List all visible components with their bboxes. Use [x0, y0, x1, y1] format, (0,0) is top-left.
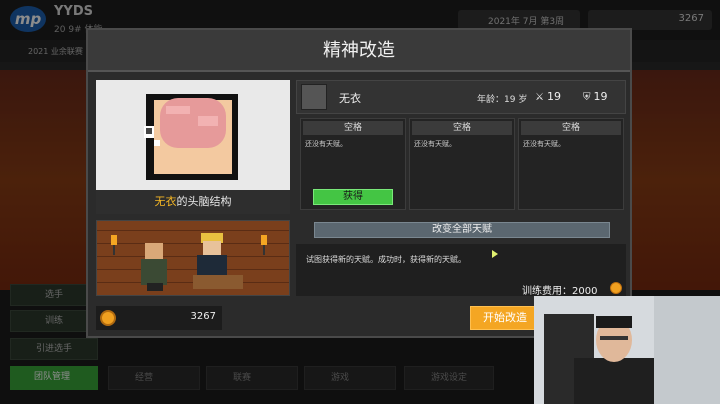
- sword-icon: ⚔: [535, 92, 544, 103]
- defense-stat: ⛨ 19: [583, 90, 608, 103]
- dialog-title: 精神改造: [88, 30, 630, 72]
- attack-stat: ⚔ 19: [535, 90, 561, 103]
- start-reform-button[interactable]: 开始改造: [470, 306, 540, 330]
- talent-slot-3: 空格 还没有天赋。: [518, 118, 624, 210]
- coin-icon: [100, 310, 116, 326]
- slot-description: 还没有天赋。: [523, 140, 565, 148]
- player-name: 无衣: [339, 92, 361, 105]
- money-value: 3267: [190, 311, 216, 322]
- slot-title: 空格: [521, 121, 621, 135]
- defense-value: 19: [593, 90, 608, 103]
- player-scene-image: [96, 220, 290, 296]
- training-cost: 训练费用：2000: [522, 286, 598, 297]
- slot-description: 还没有天赋。: [414, 140, 456, 148]
- talent-slot-2: 空格 还没有天赋。: [409, 118, 515, 210]
- webcam-image: [534, 296, 720, 404]
- brain-caption-player: 无衣: [154, 195, 177, 208]
- mouse-cursor-icon: [492, 250, 498, 258]
- attack-value: 19: [546, 90, 561, 103]
- slot-title: 空格: [303, 121, 403, 135]
- scene-pixel-art: [111, 233, 267, 291]
- brain-caption-suffix: 的头脑结构: [176, 195, 232, 208]
- info-text: 试图获得新的天赋。成功时，获得新的天赋。: [306, 255, 466, 264]
- mind-reform-dialog: 精神改造 无衣的头脑结构 无衣 年龄：19 岁 ⚔ 19 ⛨ 19 空格 还没有…: [86, 28, 632, 338]
- change-all-talents-button[interactable]: 改变全部天赋: [314, 222, 610, 238]
- player-avatar: [301, 84, 327, 110]
- player-age: 年龄：19 岁: [477, 95, 528, 105]
- brain-pixel-art: [144, 94, 238, 180]
- coin-icon: [610, 282, 622, 294]
- talent-slot-1: 空格 还没有天赋。 获得: [300, 118, 406, 210]
- brain-image: [96, 80, 290, 190]
- player-info-row: 无衣 年龄：19 岁 ⚔ 19 ⛨ 19: [296, 80, 626, 114]
- slot-title: 空格: [412, 121, 512, 135]
- brain-caption: 无衣的头脑结构: [96, 190, 290, 214]
- money-panel: 3267: [96, 306, 222, 330]
- acquire-button[interactable]: 获得: [313, 189, 393, 205]
- slot-description: 还没有天赋。: [305, 140, 347, 148]
- shield-icon: ⛨: [583, 92, 591, 103]
- webcam-overlay: [534, 296, 720, 404]
